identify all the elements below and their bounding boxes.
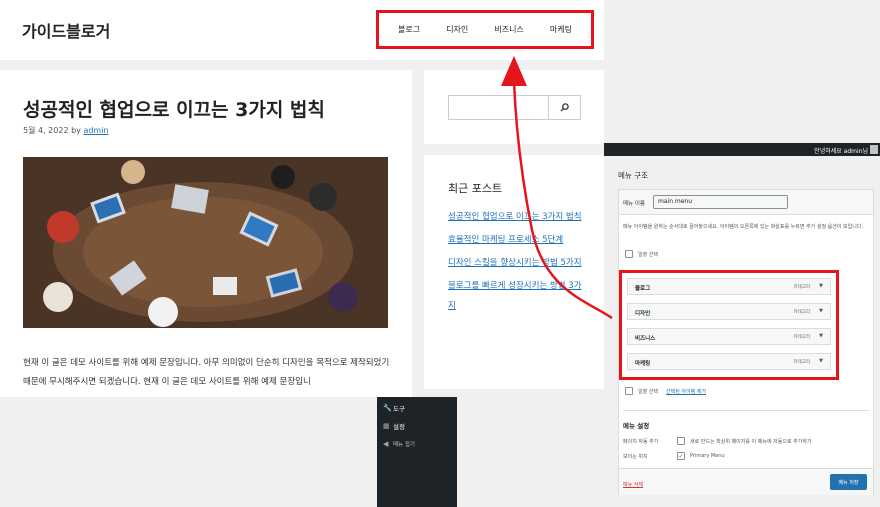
menu-name-label: 메뉴 이름 (623, 201, 645, 207)
menu-footer: 메뉴 삭제 메뉴 저장 (619, 468, 873, 495)
chevron-down-icon[interactable]: ▼ (819, 283, 823, 289)
menu-items-highlight: 블로그 카테고리 ▼ 디자인 카테고리 ▼ 비즈니스 카테고리 ▼ 마케팅 카테… (619, 270, 839, 380)
primary-menu-label: Primary Menu (690, 453, 725, 459)
admin-menu-collapse[interactable]: ◀ 메뉴 접기 (377, 437, 457, 451)
post-article: 성공적인 협업으로 이끄는 3가지 법칙 5월 4, 2022 by admin (0, 70, 412, 397)
menu-item-label: 디자인 (635, 311, 651, 317)
recent-post-link[interactable]: 효율적인 마케팅 프로세스 5단계 (448, 230, 582, 250)
recent-post-link[interactable]: 디자인 스킬을 향상시키는 방법 5가지 (448, 253, 582, 273)
nav-item-design[interactable]: 디자인 (446, 24, 468, 35)
post-date: 5월 4, 2022 (23, 126, 69, 135)
location-key: 보이는 위치 (623, 453, 648, 460)
checkbox[interactable] (625, 250, 633, 258)
recent-post-link[interactable]: 성공적인 협업으로 이끄는 3가지 법칙 (448, 207, 582, 227)
auto-add-key: 페이지 자동 추가 (623, 438, 659, 445)
nav-item-business[interactable]: 비즈니스 (494, 24, 523, 35)
menu-instructions: 메뉴 아이템을 원하는 순서대로 끌어놓으세요. 아이템의 오른쪽에 있는 화살… (623, 224, 864, 230)
nav-item-marketing[interactable]: 마케팅 (550, 24, 572, 35)
nav-item-blog[interactable]: 블로그 (398, 24, 420, 35)
search-button[interactable] (548, 95, 581, 120)
menu-item-blog[interactable]: 블로그 카테고리 ▼ (627, 278, 831, 295)
menu-item-marketing[interactable]: 마케팅 카테고리 ▼ (627, 353, 831, 370)
recent-posts-list: 성공적인 협업으로 이끄는 3가지 법칙 효율적인 마케팅 프로세스 5단계 디… (448, 207, 582, 319)
auto-add-row: 페이지 자동 추가 새로 만드는 최상위 페이지를 이 메뉴에 자동으로 추가하… (623, 437, 812, 445)
menu-item-type: 카테고리 (793, 285, 810, 290)
menu-name-row: 메뉴 이름 main menu (619, 190, 873, 215)
wp-menus-screen: 안녕하세요 admin님 메뉴 구조 메뉴 이름 main menu 메뉴 아이… (604, 143, 880, 507)
chevron-down-icon[interactable]: ▼ (819, 333, 823, 339)
auto-add-checkbox[interactable] (677, 437, 685, 445)
location-row: 보이는 위치 ✓ Primary Menu (623, 452, 725, 460)
search-input[interactable] (448, 95, 548, 120)
bulk-select-label: 일괄 선택 (638, 251, 658, 258)
primary-nav: 블로그 디자인 비즈니스 마케팅 (376, 10, 594, 49)
menu-editor-box: 메뉴 이름 main menu 메뉴 아이템을 원하는 순서대로 끌어놓으세요.… (618, 189, 874, 495)
admin-menu-settings[interactable]: ▦ 설정 (377, 419, 457, 433)
recent-posts-title: 최근 포스트 (448, 182, 503, 195)
admin-menu-label: 설정 (393, 423, 405, 431)
menu-item-type: 카테고리 (793, 360, 810, 365)
avatar[interactable] (870, 145, 878, 154)
menu-item-type: 카테고리 (793, 335, 810, 340)
bulk-select-top[interactable]: 일괄 선택 (625, 250, 658, 258)
post-meta: 5월 4, 2022 by admin (23, 125, 109, 136)
admin-menu-tools[interactable]: 🔧 도구 (377, 401, 457, 415)
settings-icon: ▦ (383, 422, 390, 430)
howdy-text[interactable]: 안녕하세요 admin님 (814, 146, 868, 155)
search-widget (424, 70, 604, 144)
recent-post-link[interactable]: 블로그를 빠르게 성장시키는 방법 3가지 (448, 276, 582, 316)
search-icon (560, 103, 569, 112)
menu-item-design[interactable]: 디자인 카테고리 ▼ (627, 303, 831, 320)
site-title[interactable]: 가이드블로거 (22, 18, 110, 42)
wp-admin-bar: 안녕하세요 admin님 (604, 143, 880, 156)
post-featured-image (23, 157, 388, 328)
auto-add-label: 새로 만드는 최상위 페이지를 이 메뉴에 자동으로 추가하기 (690, 438, 812, 445)
menu-item-type: 카테고리 (793, 310, 810, 315)
wrench-icon: 🔧 (383, 404, 392, 412)
post-author-link[interactable]: admin (83, 126, 108, 135)
divider (623, 410, 869, 411)
menu-structure-heading: 메뉴 구조 (618, 171, 648, 180)
site-header: 가이드블로거 블로그 디자인 비즈니스 마케팅 (0, 0, 604, 60)
delete-menu-link[interactable]: 메뉴 삭제 (623, 481, 643, 488)
save-menu-button[interactable]: 메뉴 저장 (830, 474, 867, 490)
menu-item-business[interactable]: 비즈니스 카테고리 ▼ (627, 328, 831, 345)
admin-menu-label: 도구 (393, 405, 405, 413)
post-title: 성공적인 협업으로 이끄는 3가지 법칙 (23, 99, 325, 121)
menu-name-input[interactable]: main menu (653, 195, 788, 209)
menu-settings-title: 메뉴 설정 (623, 422, 650, 430)
primary-menu-checkbox[interactable]: ✓ (677, 452, 685, 460)
post-by: by (71, 126, 81, 135)
recent-posts-widget: 최근 포스트 성공적인 협업으로 이끄는 3가지 법칙 효율적인 마케팅 프로세… (424, 155, 604, 389)
admin-menu-label: 메뉴 접기 (393, 442, 415, 448)
bulk-select-bottom[interactable]: 일괄 선택 선택된 아이템 제거 (625, 387, 706, 395)
collapse-icon: ◀ (383, 440, 389, 448)
admin-sidebar: 🔧 도구 ▦ 설정 ◀ 메뉴 접기 (377, 397, 457, 507)
menu-item-label: 마케팅 (635, 361, 651, 367)
menu-item-label: 블로그 (635, 286, 651, 292)
chevron-down-icon[interactable]: ▼ (819, 358, 823, 364)
checkbox[interactable] (625, 387, 633, 395)
bulk-select-label: 일괄 선택 (638, 388, 658, 395)
menu-item-label: 비즈니스 (635, 336, 656, 342)
post-excerpt: 현재 이 글은 데모 사이트를 위해 예제 문장입니다. 아무 의미없이 단순히… (23, 358, 390, 387)
chevron-down-icon[interactable]: ▼ (819, 308, 823, 314)
remove-selected-link[interactable]: 선택된 아이템 제거 (666, 388, 706, 395)
